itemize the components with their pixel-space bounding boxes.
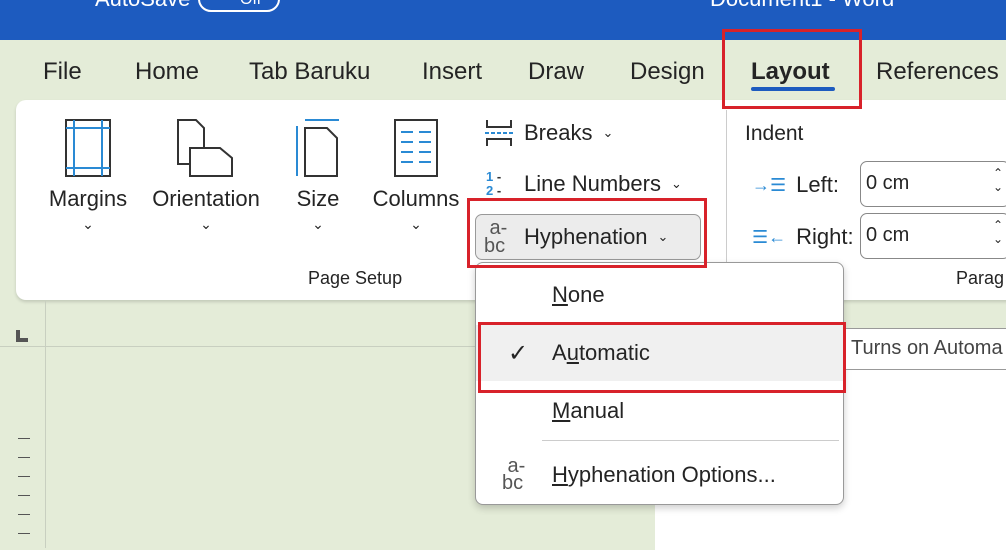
tab-tab-baruku[interactable]: Tab Baruku [249,58,370,86]
access-key: N [552,282,568,307]
indent-left-icon: →☰ [752,174,787,195]
indent-right: ☰← Right: [752,224,854,250]
tab-insert[interactable]: Insert [422,58,482,86]
indent-left-value: 0 cm [866,172,910,194]
tab-file[interactable]: File [43,58,82,86]
highlight-automatic-item [478,322,846,393]
chevron-down-icon: ⌄ [410,216,422,232]
vertical-ruler [0,300,46,550]
autosave-toggle[interactable]: Off [198,0,280,12]
highlight-hyphenation-button [467,198,707,268]
tab-design[interactable]: Design [630,58,705,86]
columns-label: Columns [372,186,460,211]
indent-right-input[interactable]: 0 cm ⌃ ⌄ [860,213,1006,259]
chevron-down-icon: ⌄ [312,216,324,232]
document-title: Document1 - Word [710,0,894,12]
line-numbers-label: Line Numbers [524,171,661,196]
margins-icon [65,119,111,177]
label-post: yphenation Options... [567,462,776,487]
orientation-button[interactable]: Orientation ⌄ [144,118,268,233]
columns-button[interactable]: Columns ⌄ [368,118,464,233]
columns-icon [394,119,438,177]
line-numbers-button[interactable]: 1 -2 - Line Numbers ⌄ [486,170,682,198]
page-setup-group-label: Page Setup [308,268,403,288]
chevron-down-icon: ⌄ [200,216,212,232]
breaks-label: Breaks [524,120,593,145]
highlight-layout-tab [722,29,862,109]
label-post: one [567,282,605,307]
label-post: anual [570,398,625,423]
indent-left-label: Left: [796,172,839,197]
indent-left: →☰ Left: [752,172,839,198]
breaks-icon [485,120,513,146]
menu-item-hyphenation-options[interactable]: a-bc Hyphenation Options... [476,447,843,503]
menu-item-none[interactable]: None [476,267,843,323]
indent-right-value: 0 cm [866,224,910,246]
paragraph-group-label: Parag [956,268,1005,288]
hyphenation-icon: a-bc [502,455,526,494]
tab-home[interactable]: Home [135,58,199,86]
indent-left-input[interactable]: 0 cm ⌃ ⌄ [860,161,1006,207]
spin-arrows-icon[interactable]: ⌃ ⌄ [993,166,1003,194]
chevron-down-icon: ⌄ [670,176,682,191]
indent-right-icon: ☰← [752,226,787,247]
indent-right-label: Right: [796,224,854,249]
toggle-state: Off [240,0,261,8]
size-button[interactable]: Size ⌄ [290,118,346,233]
tab-references[interactable]: References [876,58,999,86]
breaks-button[interactable]: Breaks ⌄ [484,118,613,148]
orientation-icon [177,119,233,177]
access-key: H [552,462,568,487]
group-divider [726,110,727,270]
chevron-down-icon: ⌄ [82,216,94,232]
autosave-label: AutoSave [95,0,190,12]
orientation-label: Orientation [152,186,260,211]
tab-stop-icon[interactable] [16,330,28,342]
menu-separator [542,440,839,441]
line-numbers-icon: 1 -2 - [486,169,502,198]
chevron-down-icon: ⌄ [602,125,614,140]
access-key: M [552,398,571,423]
ruler-ticks [18,420,30,550]
spin-arrows-icon[interactable]: ⌃ ⌄ [993,218,1003,246]
margins-button[interactable]: Margins ⌄ [44,118,132,233]
tooltip: Turns on Automa [844,328,1006,370]
size-icon [296,119,339,177]
indent-heading: Indent [745,122,804,145]
size-label: Size [296,186,340,211]
margins-label: Margins [48,186,128,211]
tab-draw[interactable]: Draw [528,58,584,86]
